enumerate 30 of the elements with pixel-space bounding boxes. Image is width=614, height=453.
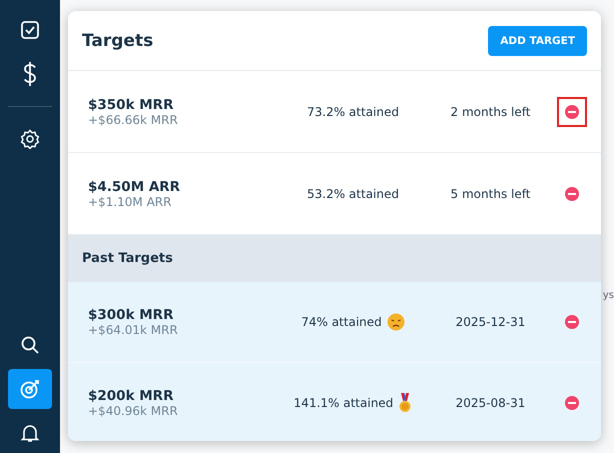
target-icon <box>19 378 41 400</box>
target-goal: $200k MRR <box>88 388 174 404</box>
target-delta: +$64.01k MRR <box>88 323 179 337</box>
attained-text: 53.2% attained <box>306 186 400 200</box>
attained-text: 73.2% attained <box>306 104 400 118</box>
end-date-text: 2025-12-31 <box>454 315 526 329</box>
gear-icon <box>20 129 40 149</box>
attained-text: 141.1% attained <box>294 396 394 410</box>
add-target-button[interactable]: ADD TARGET <box>488 26 587 56</box>
target-delta: +$66.66k MRR <box>88 112 179 126</box>
remove-icon <box>565 104 579 118</box>
metric-caption: ys <box>602 290 614 301</box>
attained-text: 74% attained <box>301 315 382 329</box>
remove-button[interactable] <box>557 96 587 126</box>
search-icon <box>20 335 40 355</box>
time-left-text: 2 months left <box>450 104 532 118</box>
end-date-text: 2025-08-31 <box>454 396 526 410</box>
popover-title: Targets <box>82 30 154 50</box>
bell-icon <box>20 423 40 443</box>
remove-icon <box>565 315 579 329</box>
section-title: Past Targets <box>82 251 173 266</box>
checkbox-icon <box>20 20 40 40</box>
target-delta: +$40.96k MRR <box>88 404 179 418</box>
target-goal: $4.50M ARR <box>88 178 182 194</box>
remove-icon <box>565 186 579 200</box>
target-goal: $350k MRR <box>88 96 174 112</box>
time-left-text: 5 months left <box>450 186 532 200</box>
target-goal: $300k MRR <box>88 307 174 323</box>
target-delta: +$1.10M ARR <box>88 194 172 208</box>
remove-icon <box>565 396 579 410</box>
